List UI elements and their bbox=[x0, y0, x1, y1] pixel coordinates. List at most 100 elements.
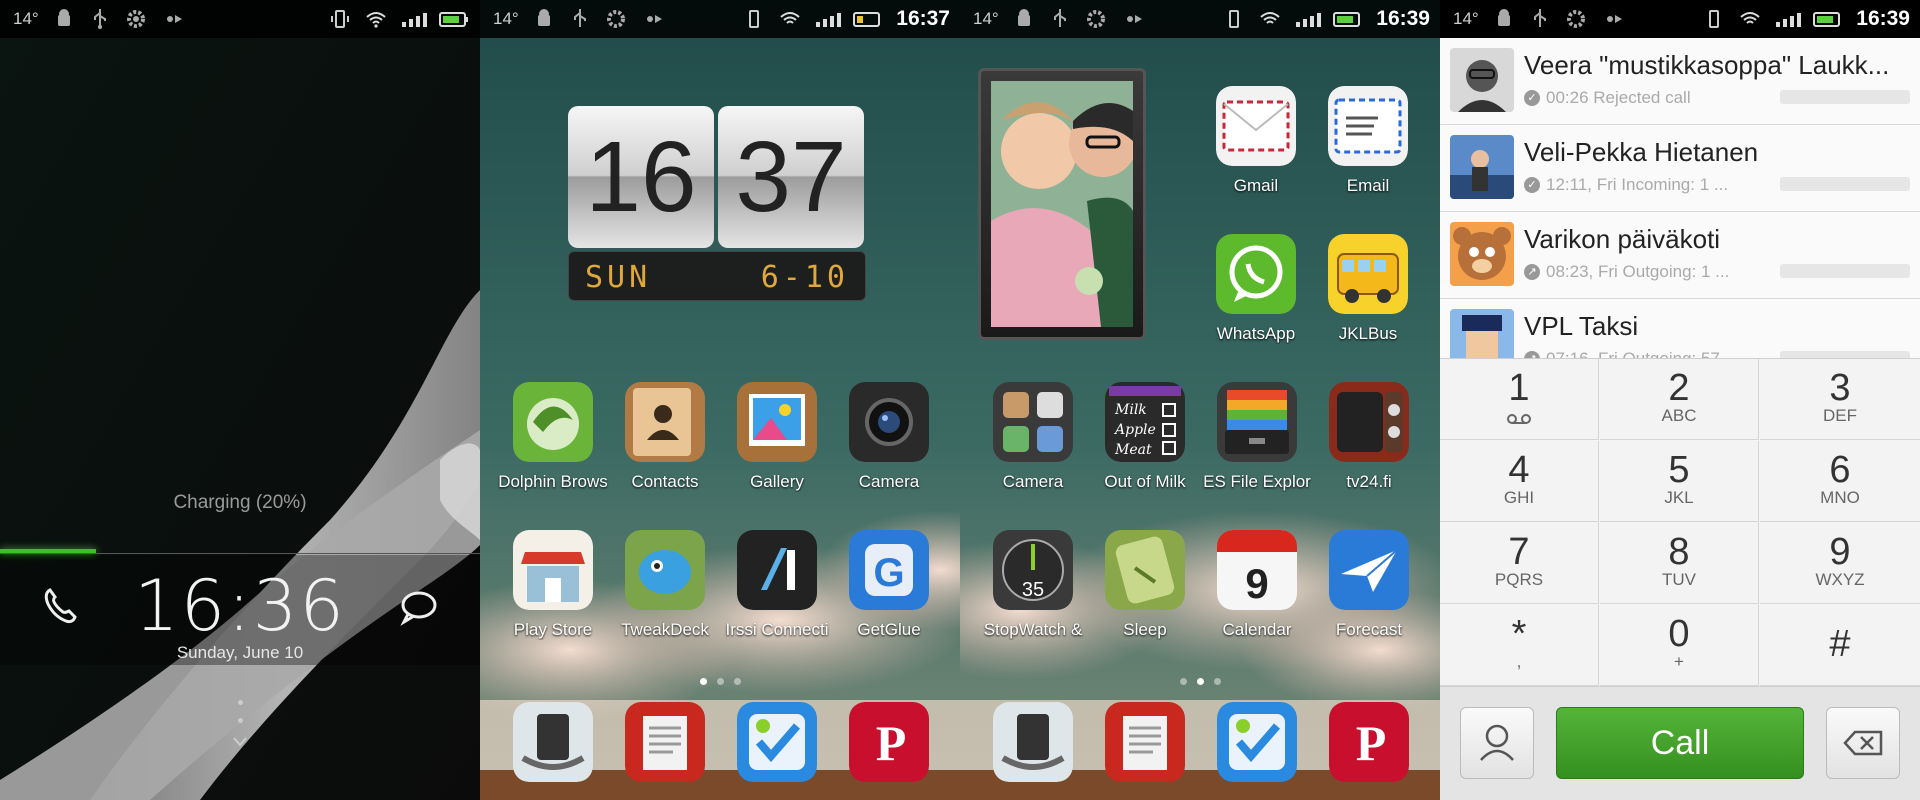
app-label: Camera bbox=[858, 472, 920, 491]
dial-key-0[interactable]: 0 + bbox=[1600, 605, 1759, 686]
vibrate-icon bbox=[1709, 10, 1719, 28]
call-log-list: Veera "mustikkasoppa" Laukk... ✓ 00:26 R… bbox=[1440, 38, 1920, 358]
vibrate-icon bbox=[331, 10, 349, 28]
dock: P bbox=[960, 680, 1440, 800]
contacts-button[interactable] bbox=[1460, 707, 1534, 779]
backspace-icon bbox=[1843, 730, 1883, 756]
svg-text:G: G bbox=[873, 551, 904, 595]
irssi-connectbot-icon bbox=[737, 530, 817, 610]
temperature-text: 14° bbox=[13, 9, 39, 28]
foursquare-checklist-icon[interactable] bbox=[1217, 702, 1297, 782]
key-digit: 9 bbox=[1829, 531, 1851, 573]
call-button[interactable]: Call bbox=[1556, 707, 1804, 779]
dial-key-8[interactable]: 8 TUV bbox=[1600, 523, 1759, 604]
location-sync-icon bbox=[1127, 15, 1142, 23]
wifi-icon bbox=[1740, 12, 1760, 24]
dial-key-3[interactable]: 3 DEF bbox=[1760, 359, 1920, 440]
call-log-item[interactable]: VPL Taksi ↗ 07:16, Fri Outgoing: 57... bbox=[1440, 299, 1920, 358]
battery-icon bbox=[1333, 12, 1360, 27]
message-shortcut-icon[interactable] bbox=[398, 588, 440, 628]
call-detail: 07:16, Fri Outgoing: 57... bbox=[1546, 349, 1734, 358]
file-cabinet-icon bbox=[1217, 382, 1297, 462]
app-label: WhatsApp bbox=[1216, 324, 1296, 343]
key-letters: + bbox=[1674, 652, 1684, 671]
android-debug-icon bbox=[1498, 9, 1510, 26]
backspace-button[interactable] bbox=[1826, 707, 1900, 779]
wifi-icon bbox=[780, 12, 800, 24]
call-log-item[interactable]: Veli-Pekka Hietanen ✓ 12:11, Fri Incomin… bbox=[1440, 125, 1920, 212]
retro-tv-icon bbox=[1329, 382, 1409, 462]
clock-minute: 37 bbox=[718, 106, 864, 248]
temperature-text: 14° bbox=[973, 9, 999, 28]
photo-frame-widget[interactable] bbox=[978, 68, 1146, 340]
key-digit: 8 bbox=[1668, 531, 1690, 573]
key-digit: 4 bbox=[1508, 449, 1530, 491]
gmail-envelope-icon bbox=[1216, 86, 1296, 166]
unlock-handle[interactable] bbox=[232, 700, 248, 758]
key-letters: TUV bbox=[1662, 570, 1696, 589]
dial-key-4[interactable]: 4 GHI bbox=[1440, 441, 1599, 522]
flip-clock-widget[interactable]: 16 37 SUN 6-10 bbox=[568, 106, 868, 302]
contact-name: Varikon päiväkoti bbox=[1524, 224, 1721, 254]
dolphin-browser-icon bbox=[513, 382, 593, 462]
location-sync-icon bbox=[647, 15, 662, 23]
app-label: GetGlue bbox=[857, 620, 921, 639]
app-label: Forecast bbox=[1335, 620, 1403, 639]
dial-key-6[interactable]: 6 MNO bbox=[1760, 441, 1920, 522]
app-label: Gmail bbox=[1233, 176, 1279, 195]
key-letters: DEF bbox=[1823, 406, 1857, 425]
clock-day: SUN bbox=[585, 260, 652, 295]
out-of-milk-item: Meat bbox=[1114, 442, 1152, 458]
foursquare-checklist-icon[interactable] bbox=[737, 702, 817, 782]
app-label: ES File Explor bbox=[1203, 472, 1311, 491]
finder-mac-icon[interactable] bbox=[513, 702, 593, 782]
getglue-icon: G bbox=[849, 530, 929, 610]
app-label: Irssi Connecti bbox=[725, 620, 829, 639]
camera-lens-icon bbox=[849, 382, 929, 462]
phone-number-blurred bbox=[1780, 351, 1910, 358]
calendar-icon: 9 bbox=[1217, 530, 1297, 610]
out-of-milk-item: Apple bbox=[1113, 422, 1156, 438]
battery-icon bbox=[853, 12, 880, 27]
dial-key-7[interactable]: 7 PQRS bbox=[1440, 523, 1599, 604]
location-sync-icon bbox=[167, 15, 182, 23]
call-log-item[interactable]: Varikon päiväkoti ↗ 08:23, Fri Outgoing:… bbox=[1440, 212, 1920, 299]
key-letters: ABC bbox=[1661, 406, 1697, 425]
contact-name: Veera "mustikkasoppa" Laukk... bbox=[1524, 50, 1890, 80]
phone-number-blurred bbox=[1780, 264, 1910, 278]
play-store-icon bbox=[513, 530, 593, 610]
temperature-text: 14° bbox=[1453, 9, 1479, 28]
lockscreen-divider bbox=[0, 553, 480, 554]
lockscreen-wallpaper bbox=[0, 0, 480, 800]
documents-icon[interactable] bbox=[625, 702, 705, 782]
dial-pad: 1 2 ABC 3 DEF 4 GHI 5 JKL 6 MNO 7 PQRS 8 TUV 9W… bbox=[1440, 358, 1920, 687]
app-label: Email bbox=[1346, 176, 1390, 195]
finder-mac-icon[interactable] bbox=[993, 702, 1073, 782]
key-digit: 0 bbox=[1668, 613, 1690, 655]
dial-key-1[interactable]: 1 bbox=[1440, 359, 1599, 440]
dial-key-star[interactable]: *, bbox=[1440, 605, 1599, 686]
voicemail-icon bbox=[1507, 414, 1531, 424]
pinterest-icon[interactable]: P bbox=[849, 702, 929, 782]
calendar-day-number: 9 bbox=[1245, 560, 1268, 607]
app-label: Sleep bbox=[1123, 620, 1167, 639]
documents-icon[interactable] bbox=[1105, 702, 1185, 782]
stopwatch-number: 35 bbox=[1022, 579, 1044, 601]
dial-key-2[interactable]: 2 ABC bbox=[1600, 359, 1759, 440]
dial-key-5[interactable]: 5 JKL bbox=[1600, 441, 1759, 522]
tweakdeck-bird-icon bbox=[625, 530, 705, 610]
signal-icon bbox=[816, 13, 841, 27]
app-label: Out of Milk bbox=[1104, 472, 1186, 491]
app-label: Gallery bbox=[750, 472, 804, 491]
dial-key-hash[interactable]: # bbox=[1760, 605, 1920, 686]
android-debug-icon bbox=[58, 9, 70, 26]
location-sync-icon bbox=[1607, 15, 1622, 23]
usb-icon bbox=[1054, 9, 1066, 27]
call-log-item[interactable]: Veera "mustikkasoppa" Laukk... ✓ 00:26 R… bbox=[1440, 38, 1920, 125]
lock-screen: 14° Charging (20%) 16:36 Sunday, June 10 bbox=[0, 0, 480, 800]
pinterest-icon[interactable]: P bbox=[1329, 702, 1409, 782]
key-letters: JKL bbox=[1664, 488, 1694, 507]
dial-key-9[interactable]: 9 WXYZ bbox=[1760, 523, 1920, 604]
contact-avatar bbox=[1450, 222, 1514, 286]
app-label: Calendar bbox=[1222, 620, 1292, 639]
